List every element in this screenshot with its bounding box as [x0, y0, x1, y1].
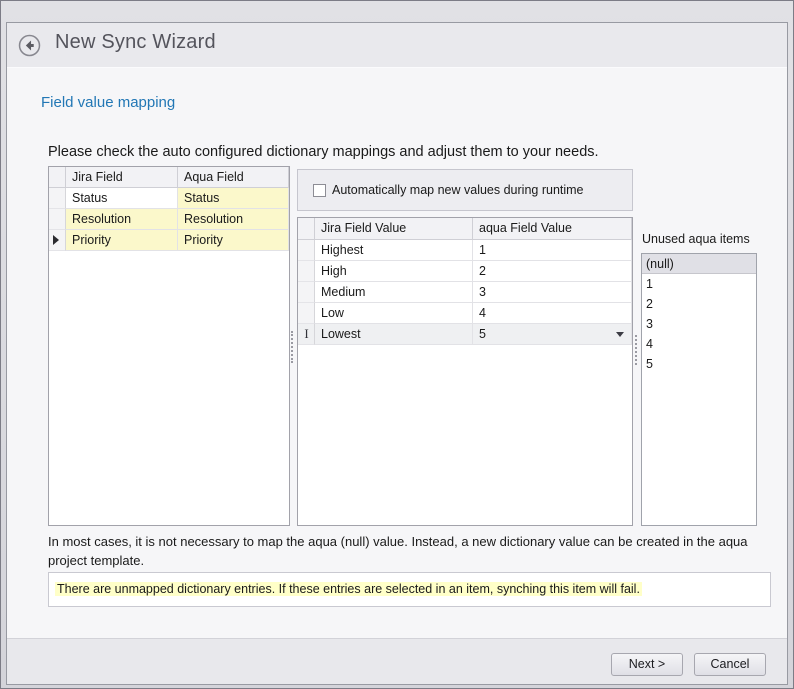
table-row[interactable]: Highest 1	[298, 240, 632, 261]
wizard-window: New Sync Wizard Field value mapping Plea…	[0, 0, 794, 689]
cell-aqua-value-editor[interactable]: 5	[473, 324, 632, 345]
auto-map-label[interactable]: Automatically map new values during runt…	[332, 183, 584, 197]
cell-jira-field[interactable]: Resolution	[66, 209, 178, 230]
field-table-header-row: Jira Field Aqua Field	[49, 167, 289, 188]
page-title: Field value mapping	[41, 94, 175, 111]
next-button[interactable]: Next >	[611, 653, 683, 676]
column-header-jira-field-value[interactable]: Jira Field Value	[315, 218, 473, 240]
cell-jira-value[interactable]: Lowest	[315, 324, 473, 345]
row-indicator-header	[49, 167, 66, 188]
unused-items-label: Unused aqua items	[642, 232, 750, 246]
table-row[interactable]: Status Status	[49, 188, 289, 209]
row-indicator	[49, 209, 66, 230]
list-item[interactable]: 3	[642, 314, 756, 334]
cell-aqua-value[interactable]: 1	[473, 240, 632, 261]
cell-aqua-value[interactable]: 2	[473, 261, 632, 282]
cell-aqua-field[interactable]: Status	[178, 188, 289, 209]
row-indicator	[298, 261, 315, 282]
cell-jira-field[interactable]: Priority	[66, 230, 178, 251]
cell-jira-value[interactable]: Medium	[315, 282, 473, 303]
back-arrow-icon	[18, 44, 41, 61]
cancel-button[interactable]: Cancel	[694, 653, 766, 676]
value-mapping-table: Jira Field Value aqua Field Value Highes…	[297, 217, 633, 526]
splitter-grip-right[interactable]	[635, 335, 639, 365]
edit-cursor-icon: I	[300, 326, 313, 342]
auto-map-panel: Automatically map new values during runt…	[297, 169, 633, 211]
row-indicator: I	[298, 324, 315, 345]
editor-value: 5	[479, 327, 486, 341]
column-header-jira-field[interactable]: Jira Field	[66, 167, 178, 188]
table-row[interactable]: High 2	[298, 261, 632, 282]
list-item[interactable]: 4	[642, 334, 756, 354]
current-row-arrow-icon	[53, 235, 59, 245]
row-indicator-header	[298, 218, 315, 240]
cell-jira-value[interactable]: Highest	[315, 240, 473, 261]
dropdown-arrow-icon[interactable]	[616, 332, 624, 337]
back-button[interactable]	[18, 34, 41, 57]
warning-text: There are unmapped dictionary entries. I…	[55, 582, 642, 596]
cell-aqua-value[interactable]: 4	[473, 303, 632, 324]
table-row[interactable]: Resolution Resolution	[49, 209, 289, 230]
warning-box: There are unmapped dictionary entries. I…	[48, 572, 771, 607]
list-item-selected[interactable]: (null)	[642, 254, 756, 274]
list-item[interactable]: 2	[642, 294, 756, 314]
footnote-text: In most cases, it is not necessary to ma…	[48, 532, 748, 570]
cell-jira-value[interactable]: High	[315, 261, 473, 282]
cell-jira-value[interactable]: Low	[315, 303, 473, 324]
instruction-text: Please check the auto configured diction…	[48, 144, 599, 160]
wizard-header: New Sync Wizard	[7, 23, 787, 68]
table-row-editing[interactable]: I Lowest 5	[298, 324, 632, 345]
auto-map-checkbox[interactable]	[313, 184, 326, 197]
table-row[interactable]: Medium 3	[298, 282, 632, 303]
row-indicator	[49, 188, 66, 209]
unused-items-list: (null) 1 2 3 4 5	[641, 253, 757, 526]
table-row[interactable]: Low 4	[298, 303, 632, 324]
list-item[interactable]: 1	[642, 274, 756, 294]
row-indicator	[49, 230, 66, 251]
column-header-aqua-field-value[interactable]: aqua Field Value	[473, 218, 632, 240]
cell-aqua-value[interactable]: 3	[473, 282, 632, 303]
value-table-header-row: Jira Field Value aqua Field Value	[298, 218, 632, 240]
row-indicator	[298, 240, 315, 261]
row-indicator	[298, 282, 315, 303]
footer-bar: Next > Cancel	[7, 638, 787, 684]
splitter-grip-left[interactable]	[291, 331, 295, 363]
row-indicator	[298, 303, 315, 324]
field-mapping-table: Jira Field Aqua Field Status Status Reso…	[48, 166, 290, 526]
list-item[interactable]: 5	[642, 354, 756, 374]
cell-jira-field[interactable]: Status	[66, 188, 178, 209]
table-row-current[interactable]: Priority Priority	[49, 230, 289, 251]
column-header-aqua-field[interactable]: Aqua Field	[178, 167, 289, 188]
window-title: New Sync Wizard	[55, 31, 216, 54]
cell-aqua-field[interactable]: Priority	[178, 230, 289, 251]
cell-aqua-field[interactable]: Resolution	[178, 209, 289, 230]
title-bar[interactable]	[1, 1, 793, 22]
